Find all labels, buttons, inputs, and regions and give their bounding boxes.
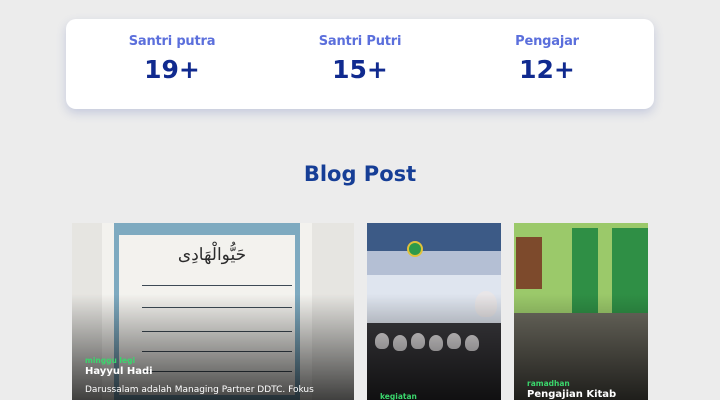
stat-label: Santri putra: [128, 34, 216, 49]
stat-santri-putri: Santri Putri 15+: [285, 19, 435, 84]
stat-label: Pengajar: [515, 34, 579, 49]
stat-value: 12+: [519, 55, 575, 84]
stat-pengajar: Pengajar 12+: [472, 19, 622, 84]
stat-value: 19+: [144, 55, 200, 84]
blog-section-title: Blog Post: [303, 162, 417, 186]
blog-card-hayyul-hadi[interactable]: حَيُّوالْهَادِى minggu legi Hayyul Hadi …: [72, 223, 354, 400]
post-title[interactable]: Pengajian Kitab: [527, 389, 616, 400]
post-title[interactable]: Hayyul Hadi: [85, 366, 153, 377]
stats-card: Santri putra 19+ Santri Putri 15+ Pengaj…: [66, 19, 654, 109]
blog-card-pengajian-kitab[interactable]: ramadhan Pengajian Kitab: [514, 223, 648, 400]
post-tag[interactable]: ramadhan: [527, 379, 570, 388]
stat-label: Santri Putri: [318, 34, 402, 49]
post-tag[interactable]: minggu legi: [85, 356, 135, 365]
stat-santri-putra: Santri putra 19+: [97, 19, 247, 84]
stat-value: 15+: [332, 55, 388, 84]
manuscript-heading: حَيُّوالْهَادِى: [177, 245, 247, 265]
blog-card-kegiatan[interactable]: kegiatan: [367, 223, 501, 400]
crest-icon: [407, 241, 423, 257]
photo-roof: [367, 251, 501, 275]
card-gradient-overlay: [367, 293, 501, 400]
post-excerpt: Darussalam adalah Managing Partner DDTC.…: [85, 385, 314, 395]
post-tag[interactable]: kegiatan: [380, 392, 417, 400]
photo-window: [516, 237, 542, 289]
